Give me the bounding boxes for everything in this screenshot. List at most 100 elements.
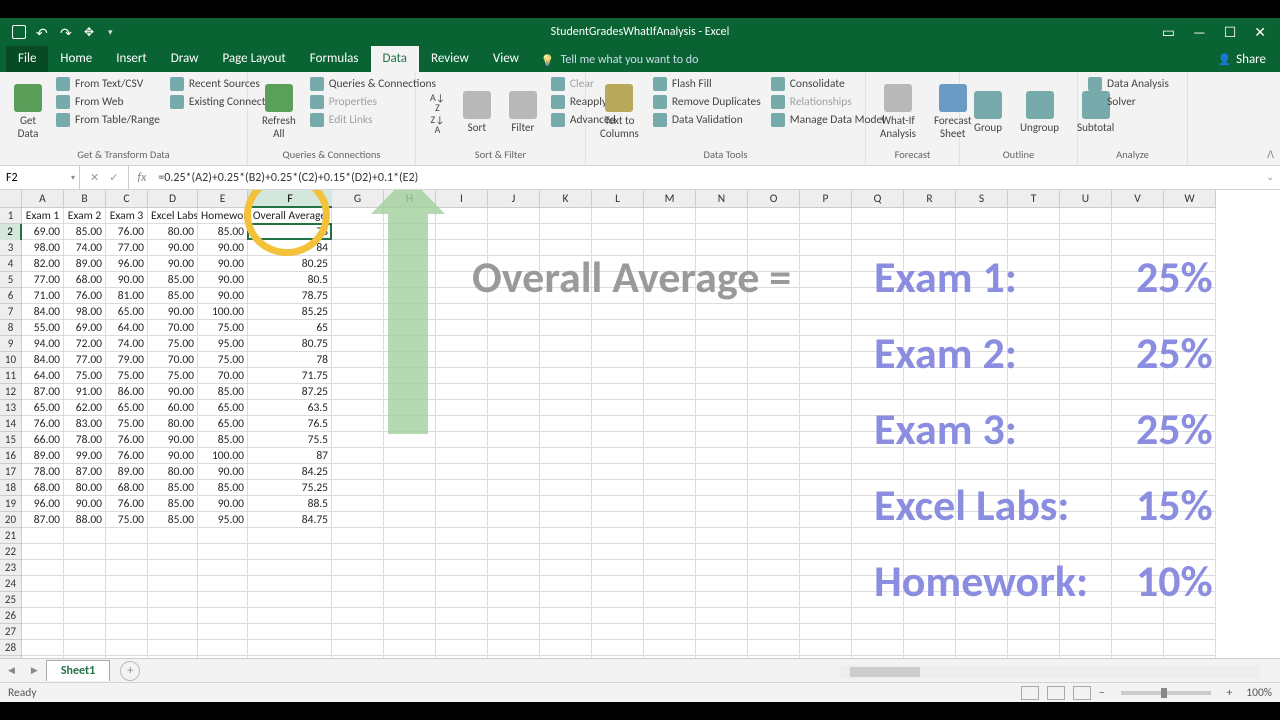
cell[interactable] <box>852 240 904 256</box>
cell[interactable] <box>1008 448 1060 464</box>
cell[interactable] <box>592 528 644 544</box>
cell[interactable]: 68.00 <box>64 272 106 288</box>
cell[interactable] <box>1164 240 1216 256</box>
cell[interactable] <box>956 480 1008 496</box>
cell[interactable] <box>696 544 748 560</box>
cell[interactable] <box>1060 240 1112 256</box>
cell[interactable] <box>748 320 800 336</box>
cell[interactable] <box>696 528 748 544</box>
cell[interactable] <box>956 528 1008 544</box>
cell[interactable] <box>1164 480 1216 496</box>
cell[interactable]: 95.00 <box>198 336 248 352</box>
cell[interactable] <box>748 480 800 496</box>
ribbon-item-from-text-csv[interactable]: From Text/CSV <box>54 76 162 92</box>
cell[interactable] <box>1112 272 1164 288</box>
cell[interactable] <box>852 496 904 512</box>
cell[interactable] <box>644 416 696 432</box>
cell[interactable]: 94.00 <box>22 336 64 352</box>
cell[interactable] <box>956 320 1008 336</box>
cell[interactable] <box>956 592 1008 608</box>
cell[interactable] <box>22 592 64 608</box>
close-icon[interactable]: ✕ <box>1254 24 1266 41</box>
cell[interactable] <box>1060 336 1112 352</box>
cell[interactable]: 87.00 <box>22 512 64 528</box>
col-header[interactable]: E <box>198 190 248 208</box>
cell[interactable] <box>748 288 800 304</box>
cell[interactable]: 88.5 <box>248 496 332 512</box>
cell[interactable] <box>1060 368 1112 384</box>
cell[interactable] <box>332 528 384 544</box>
formula-input[interactable]: =0.25*(A2)+0.25*(B2)+0.25*(C2)+0.15*(D2)… <box>154 171 1280 185</box>
cell[interactable] <box>384 464 436 480</box>
cell[interactable] <box>852 432 904 448</box>
cell[interactable] <box>904 528 956 544</box>
cell[interactable] <box>644 576 696 592</box>
cell[interactable] <box>592 240 644 256</box>
cell[interactable] <box>904 368 956 384</box>
cell[interactable] <box>696 464 748 480</box>
col-header[interactable]: M <box>644 190 696 208</box>
col-header[interactable]: T <box>1008 190 1060 208</box>
cell[interactable] <box>332 608 384 624</box>
cell[interactable] <box>1112 560 1164 576</box>
cell[interactable]: 90.00 <box>198 272 248 288</box>
cell[interactable] <box>384 576 436 592</box>
cell[interactable] <box>1060 416 1112 432</box>
cell[interactable] <box>696 432 748 448</box>
cell[interactable]: Exam 1 <box>22 208 64 224</box>
cell[interactable] <box>248 560 332 576</box>
cell[interactable] <box>748 640 800 656</box>
cell[interactable] <box>1164 304 1216 320</box>
text-to-columns-button[interactable]: Text to Columns <box>594 76 645 148</box>
cell[interactable]: 62.00 <box>64 400 106 416</box>
cell[interactable] <box>644 560 696 576</box>
cell[interactable] <box>1008 336 1060 352</box>
cell[interactable] <box>644 224 696 240</box>
cell[interactable] <box>800 320 852 336</box>
save-icon[interactable] <box>12 25 26 39</box>
cell[interactable] <box>904 224 956 240</box>
cell[interactable]: 78 <box>248 224 332 240</box>
cell[interactable]: 80.25 <box>248 256 332 272</box>
cell[interactable] <box>22 544 64 560</box>
cell[interactable] <box>384 528 436 544</box>
cell[interactable]: 89.00 <box>22 448 64 464</box>
cell[interactable]: 83.00 <box>64 416 106 432</box>
cell[interactable]: 85.00 <box>148 288 198 304</box>
cell[interactable] <box>488 432 540 448</box>
cell[interactable] <box>592 496 644 512</box>
cell[interactable] <box>198 560 248 576</box>
cell[interactable]: 84.25 <box>248 464 332 480</box>
cell[interactable] <box>956 288 1008 304</box>
cell[interactable] <box>592 304 644 320</box>
cell[interactable]: 85.00 <box>198 432 248 448</box>
cell[interactable] <box>748 416 800 432</box>
cell[interactable] <box>956 384 1008 400</box>
cell[interactable] <box>1112 304 1164 320</box>
cell[interactable] <box>1008 560 1060 576</box>
cell[interactable]: 75.00 <box>148 368 198 384</box>
cell[interactable] <box>332 368 384 384</box>
cell[interactable] <box>1112 224 1164 240</box>
col-header-f-active[interactable]: F <box>248 190 332 208</box>
cell[interactable] <box>64 560 106 576</box>
cell[interactable] <box>904 208 956 224</box>
cell[interactable] <box>436 608 488 624</box>
row-header[interactable]: 16 <box>0 448 22 464</box>
cell[interactable]: 80.00 <box>148 224 198 240</box>
cell[interactable] <box>1164 432 1216 448</box>
cell[interactable] <box>592 224 644 240</box>
cell[interactable] <box>384 512 436 528</box>
cell[interactable] <box>436 256 488 272</box>
cell[interactable] <box>592 608 644 624</box>
cell[interactable]: 77.00 <box>22 272 64 288</box>
cell[interactable] <box>748 336 800 352</box>
cell[interactable] <box>248 608 332 624</box>
row-header-2-active[interactable]: 2 <box>0 224 22 240</box>
cell[interactable] <box>852 544 904 560</box>
cell[interactable] <box>106 576 148 592</box>
cell[interactable] <box>1112 240 1164 256</box>
tab-page-layout[interactable]: Page Layout <box>210 46 297 72</box>
cell[interactable] <box>644 544 696 560</box>
cell[interactable] <box>540 624 592 640</box>
